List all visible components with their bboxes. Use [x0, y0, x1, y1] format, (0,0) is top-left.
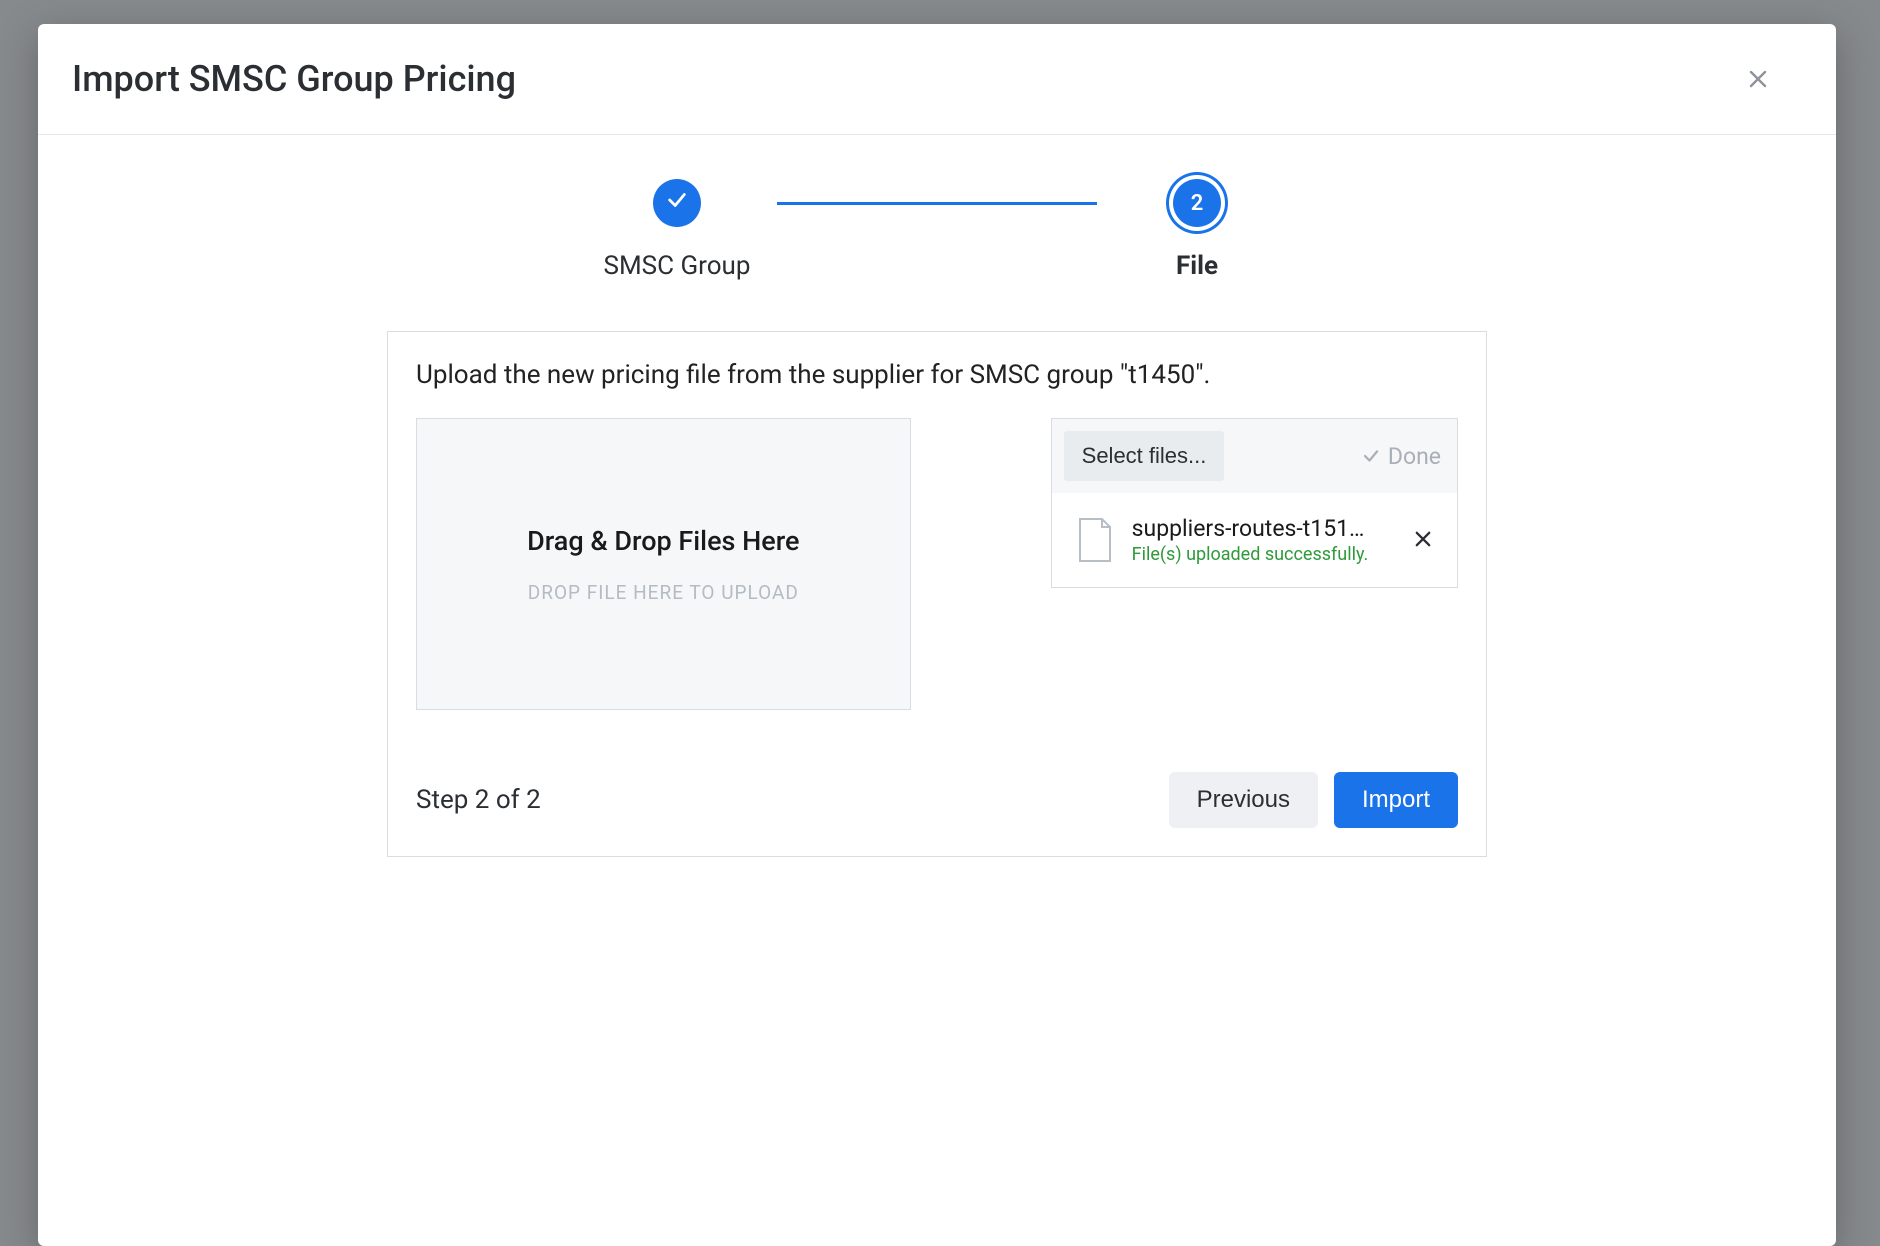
step2-label: File — [1176, 251, 1218, 281]
step2-circle: 2 — [1173, 179, 1221, 227]
modal-header: Import SMSC Group Pricing — [38, 24, 1836, 135]
upload-card: Upload the new pricing file from the sup… — [387, 331, 1487, 857]
uploaded-file-row: suppliers-routes-t151… File(s) uploaded … — [1052, 493, 1457, 587]
modal-body: SMSC Group 2 File Upload the new pricing… — [38, 135, 1836, 893]
dropzone-title: Drag & Drop Files Here — [527, 525, 799, 557]
close-icon — [1749, 66, 1767, 92]
file-name: suppliers-routes-t151… — [1132, 515, 1389, 542]
previous-button[interactable]: Previous — [1169, 772, 1318, 828]
stepper: SMSC Group 2 File — [577, 179, 1297, 281]
modal-title: Import SMSC Group Pricing — [42, 58, 516, 100]
upload-content-row: Drag & Drop Files Here DROP FILE HERE TO… — [416, 418, 1458, 710]
check-icon — [1362, 447, 1380, 465]
close-button[interactable] — [1740, 61, 1776, 97]
step-smsc-group[interactable]: SMSC Group — [577, 179, 777, 281]
file-icon — [1076, 517, 1114, 563]
upload-panel: Select files... Done — [1051, 418, 1458, 588]
import-pricing-modal: Import SMSC Group Pricing SMSC Group 2 — [38, 24, 1836, 1246]
step-connector — [777, 202, 1097, 205]
dropzone[interactable]: Drag & Drop Files Here DROP FILE HERE TO… — [416, 418, 911, 710]
upload-instruction: Upload the new pricing file from the sup… — [416, 360, 1458, 390]
select-files-button[interactable]: Select files... — [1064, 431, 1225, 481]
card-footer: Step 2 of 2 Previous Import — [416, 772, 1458, 828]
done-label: Done — [1388, 443, 1441, 470]
step2-number: 2 — [1191, 191, 1204, 216]
step-counter: Step 2 of 2 — [416, 785, 541, 815]
file-status: File(s) uploaded successfully. — [1132, 544, 1389, 565]
step1-circle — [653, 179, 701, 227]
close-icon — [1415, 526, 1431, 553]
dropzone-subtitle: DROP FILE HERE TO UPLOAD — [528, 581, 799, 604]
upload-panel-header: Select files... Done — [1052, 419, 1457, 493]
remove-file-button[interactable] — [1407, 522, 1439, 558]
step-file[interactable]: 2 File — [1097, 179, 1297, 281]
footer-button-group: Previous Import — [1169, 772, 1458, 828]
import-button[interactable]: Import — [1334, 772, 1458, 828]
step1-label: SMSC Group — [604, 251, 751, 281]
check-icon — [666, 189, 688, 217]
upload-done-indicator: Done — [1362, 443, 1441, 470]
file-info: suppliers-routes-t151… File(s) uploaded … — [1132, 515, 1389, 565]
